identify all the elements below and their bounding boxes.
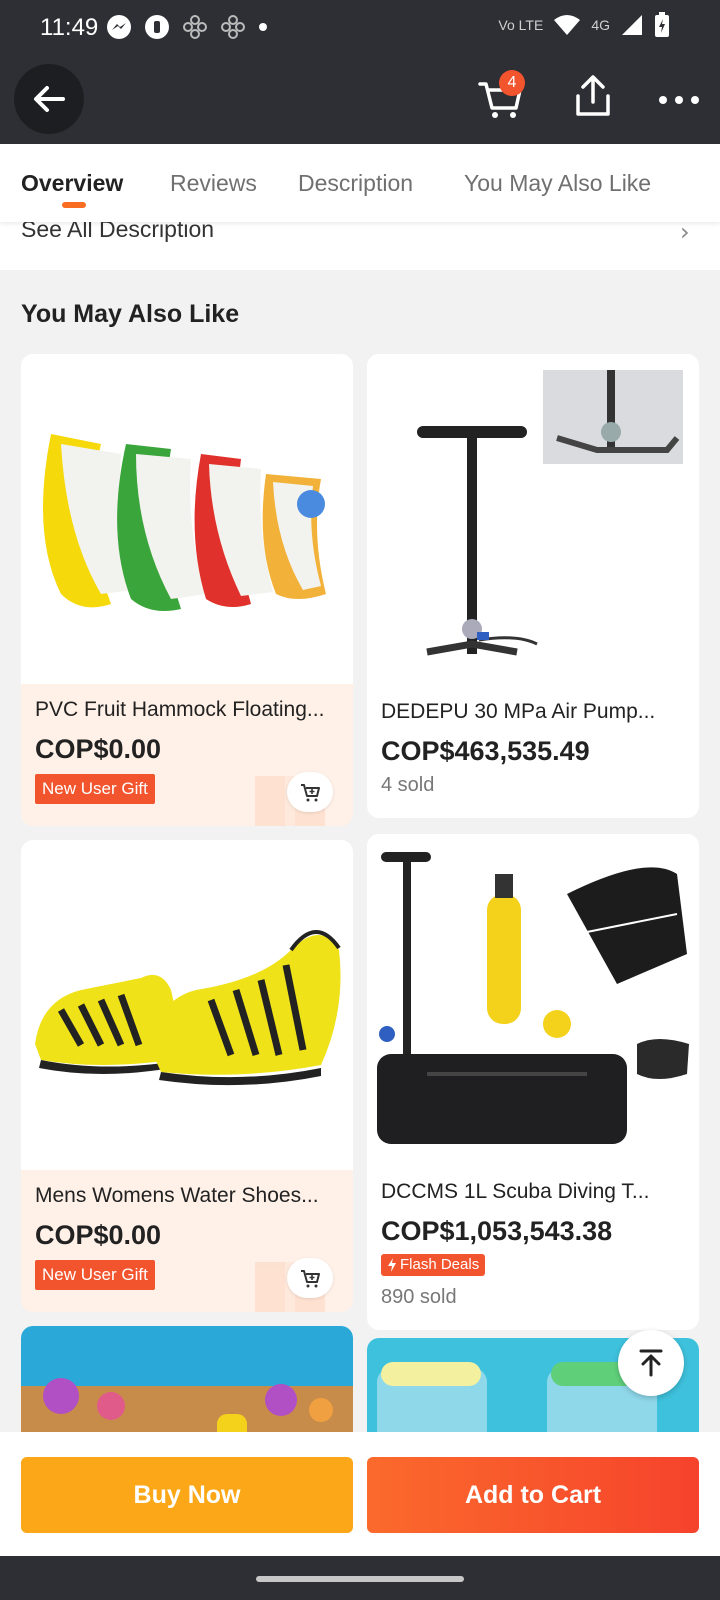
status-time: 11:49 [40,14,99,41]
product-image[interactable] [367,354,699,684]
quick-add-to-cart-button[interactable] [287,1258,333,1298]
quick-add-to-cart-button[interactable] [287,772,333,812]
product-title[interactable]: Mens Womens Water Shoes... [35,1184,319,1208]
chevron-right-icon: › [680,218,690,246]
system-icons: Vo LTE 4G [498,12,670,38]
notification-icons [106,14,268,40]
section-title: You May Also Like [21,300,240,328]
purchase-action-bar: Buy Now Add to Cart [0,1432,720,1556]
cart-plus-icon [301,784,320,802]
new-user-gift-badge: New User Gift [35,774,155,804]
network-type: 4G [591,17,610,33]
product-card[interactable]: DEDEPU 30 MPa Air Pump... COP$463,535.49… [367,354,699,818]
cart-plus-icon [301,1270,320,1288]
back-button[interactable] [14,64,84,134]
scuba-kit-image [377,852,689,1144]
buy-now-button[interactable]: Buy Now [21,1457,353,1533]
share-button[interactable] [568,72,618,122]
sold-count: 890 sold [381,1286,457,1308]
messenger-icon [107,15,131,39]
app-grid-icon [183,15,207,39]
arrow-left-icon [34,86,65,112]
product-price: COP$0.00 [35,1220,162,1250]
product-image[interactable] [21,840,353,1170]
signal-icon [622,15,642,35]
product-card[interactable]: DCCMS 1L Scuba Diving T... COP$1,053,543… [367,834,699,1330]
water-shoes-image [35,930,341,1086]
tab-description[interactable]: Description [298,170,413,197]
lightning-icon [388,1258,396,1272]
cart-count-badge: 4 [499,70,525,96]
tab-reviews[interactable]: Reviews [170,170,257,197]
product-image[interactable] [367,834,699,1164]
product-image[interactable] [21,354,353,684]
fruit-hammock-image [43,434,326,612]
app-notification-icon [145,15,169,39]
home-gesture-indicator[interactable] [256,1576,464,1582]
product-price: COP$1,053,543.38 [381,1216,613,1246]
tab-you-may-also-like[interactable]: You May Also Like [464,170,651,197]
battery-icon [655,12,669,37]
product-card[interactable]: Mens Womens Water Shoes... COP$0.00 New … [21,840,353,1312]
product-title[interactable]: DEDEPU 30 MPa Air Pump... [381,700,655,724]
product-title[interactable]: DCCMS 1L Scuba Diving T... [381,1180,649,1204]
share-icon [576,75,610,116]
active-tab-indicator [62,202,86,208]
more-dots-icon [659,96,699,104]
product-card[interactable]: PVC Fruit Hammock Floating... COP$0.00 N… [21,354,353,826]
product-price: COP$0.00 [35,734,162,764]
product-top-bar [0,58,720,144]
add-to-cart-button[interactable]: Add to Cart [367,1457,699,1533]
volte-label: Vo LTE [498,17,544,33]
tab-overview[interactable]: Overview [21,170,123,197]
status-bar: 11:49 Vo LTE 4G [0,0,720,58]
flash-deals-label: Flash Deals [400,1256,480,1273]
dot-icon [259,23,267,31]
wifi-icon [554,15,581,35]
product-price: COP$463,535.49 [381,736,590,766]
product-tabs: Overview Reviews Description You May Als… [0,144,720,222]
scroll-to-top-button[interactable] [618,1330,684,1396]
arrow-up-to-top-icon [639,1349,663,1377]
air-pump-image [417,370,683,656]
product-title[interactable]: PVC Fruit Hammock Floating... [35,698,324,722]
new-user-gift-badge: New User Gift [35,1260,155,1290]
more-options-button[interactable] [654,80,704,120]
app-grid-icon-2 [221,15,245,39]
sold-count: 4 sold [381,774,435,796]
flash-deals-badge: Flash Deals [381,1254,486,1276]
system-navigation-bar [0,1556,720,1600]
